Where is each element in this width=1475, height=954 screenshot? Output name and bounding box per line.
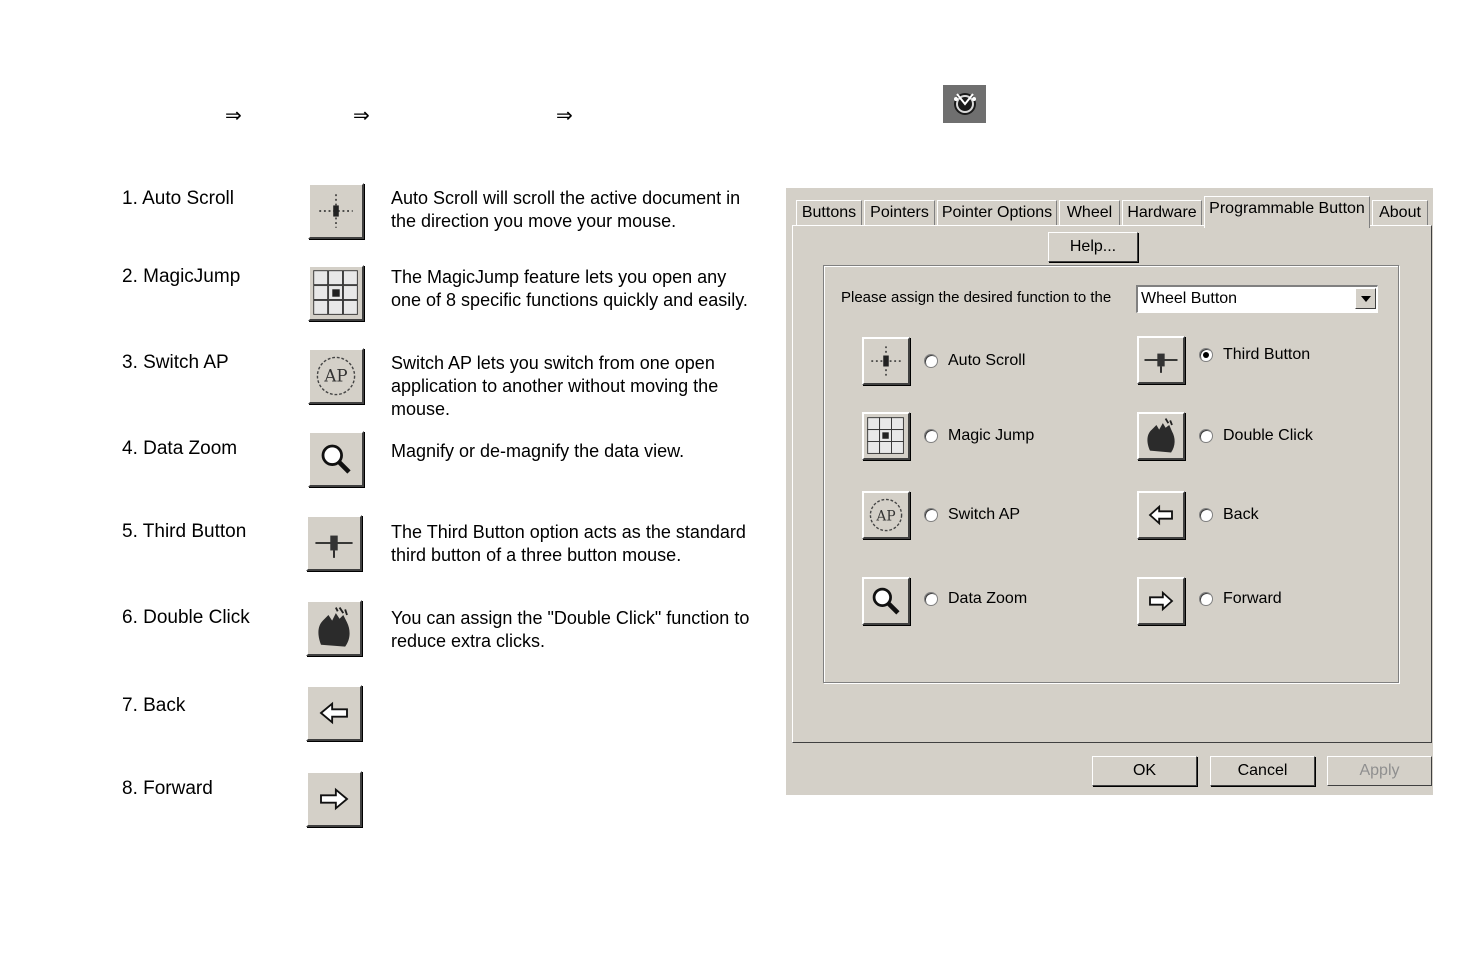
radio-double-click[interactable] (1199, 429, 1213, 443)
option-label: Double Click (1223, 427, 1313, 444)
mouse-properties-dialog: Buttons Pointers Pointer Options Wheel H… (786, 188, 1433, 795)
switch-ap-icon: AP (862, 491, 910, 539)
auto-scroll-icon (862, 337, 910, 385)
feature-label: 1. Auto Scroll (122, 188, 234, 209)
tab-programmable-button[interactable]: Programmable Button (1204, 196, 1370, 228)
arrow-glyph: ⇒ (556, 103, 573, 127)
magnifier-icon (862, 577, 910, 625)
mouse-logo-icon (943, 85, 986, 123)
option-label: Forward (1223, 590, 1282, 607)
feature-description: Auto Scroll will scroll the active docum… (391, 188, 741, 231)
svg-text:AP: AP (323, 366, 347, 386)
button-select[interactable]: Wheel Button (1136, 285, 1378, 313)
third-button-icon (1137, 336, 1185, 384)
hand-icon (1137, 412, 1185, 460)
left-arrow-icon (1137, 491, 1185, 539)
ok-button[interactable]: OK (1092, 756, 1197, 786)
feature-label: 4. Data Zoom (122, 438, 238, 459)
option-label: Data Zoom (948, 590, 1028, 607)
help-button[interactable]: Help... (1048, 232, 1138, 262)
feature-label: 6. Double Click (122, 607, 250, 628)
option-label: Switch AP (948, 506, 1021, 523)
option-label: Third Button (1223, 346, 1311, 363)
tab-about[interactable]: About (1372, 200, 1428, 226)
third-button-icon (306, 515, 362, 571)
right-arrow-icon (1137, 577, 1185, 625)
tab-buttons[interactable]: Buttons (796, 200, 862, 226)
feature-label: 3. Switch AP (122, 352, 229, 373)
right-arrow-icon (306, 771, 362, 827)
left-arrow-icon (306, 685, 362, 741)
radio-switch-ap[interactable] (924, 508, 938, 522)
feature-description: You can assign the "Double Click" functi… (391, 608, 750, 651)
arrow-glyph: ⇒ (353, 103, 370, 127)
radio-forward[interactable] (1199, 592, 1213, 606)
radio-magic-jump[interactable] (924, 429, 938, 443)
button-select-value: Wheel Button (1141, 290, 1238, 307)
feature-label: 5. Third Button (122, 521, 247, 542)
arrow-glyph: ⇒ (225, 103, 242, 127)
feature-label: 8. Forward (122, 778, 213, 799)
feature-label: 7. Back (122, 695, 186, 716)
feature-description: Switch AP lets you switch from one open … (391, 353, 719, 419)
magic-jump-icon (308, 265, 364, 321)
option-label: Auto Scroll (948, 352, 1026, 369)
switch-ap-icon: AP (308, 348, 364, 404)
cancel-button[interactable]: Cancel (1210, 756, 1315, 786)
radio-auto-scroll[interactable] (924, 354, 938, 368)
option-label: Magic Jump (948, 427, 1035, 444)
option-label: Back (1223, 506, 1259, 523)
magnifier-icon (308, 431, 364, 487)
feature-description: The MagicJump feature lets you open any … (391, 267, 748, 310)
tab-wheel[interactable]: Wheel (1059, 200, 1120, 226)
assign-label: Please assign the desired function to th… (841, 289, 1112, 306)
feature-label: 2. MagicJump (122, 266, 241, 287)
tab-pointer-options[interactable]: Pointer Options (937, 200, 1057, 226)
svg-text:AP: AP (875, 509, 895, 525)
radio-third-button[interactable] (1199, 348, 1213, 362)
chevron-down-icon[interactable] (1355, 288, 1376, 309)
radio-back[interactable] (1199, 508, 1213, 522)
apply-button[interactable]: Apply (1327, 756, 1432, 786)
feature-description: Magnify or de-magnify the data view. (391, 441, 685, 461)
auto-scroll-icon (308, 183, 364, 239)
magic-jump-icon (862, 412, 910, 460)
tab-hardware[interactable]: Hardware (1122, 200, 1202, 226)
hand-icon (306, 600, 362, 656)
tab-pointers[interactable]: Pointers (864, 200, 935, 226)
radio-data-zoom[interactable] (924, 592, 938, 606)
feature-description: The Third Button option acts as the stan… (391, 522, 746, 565)
